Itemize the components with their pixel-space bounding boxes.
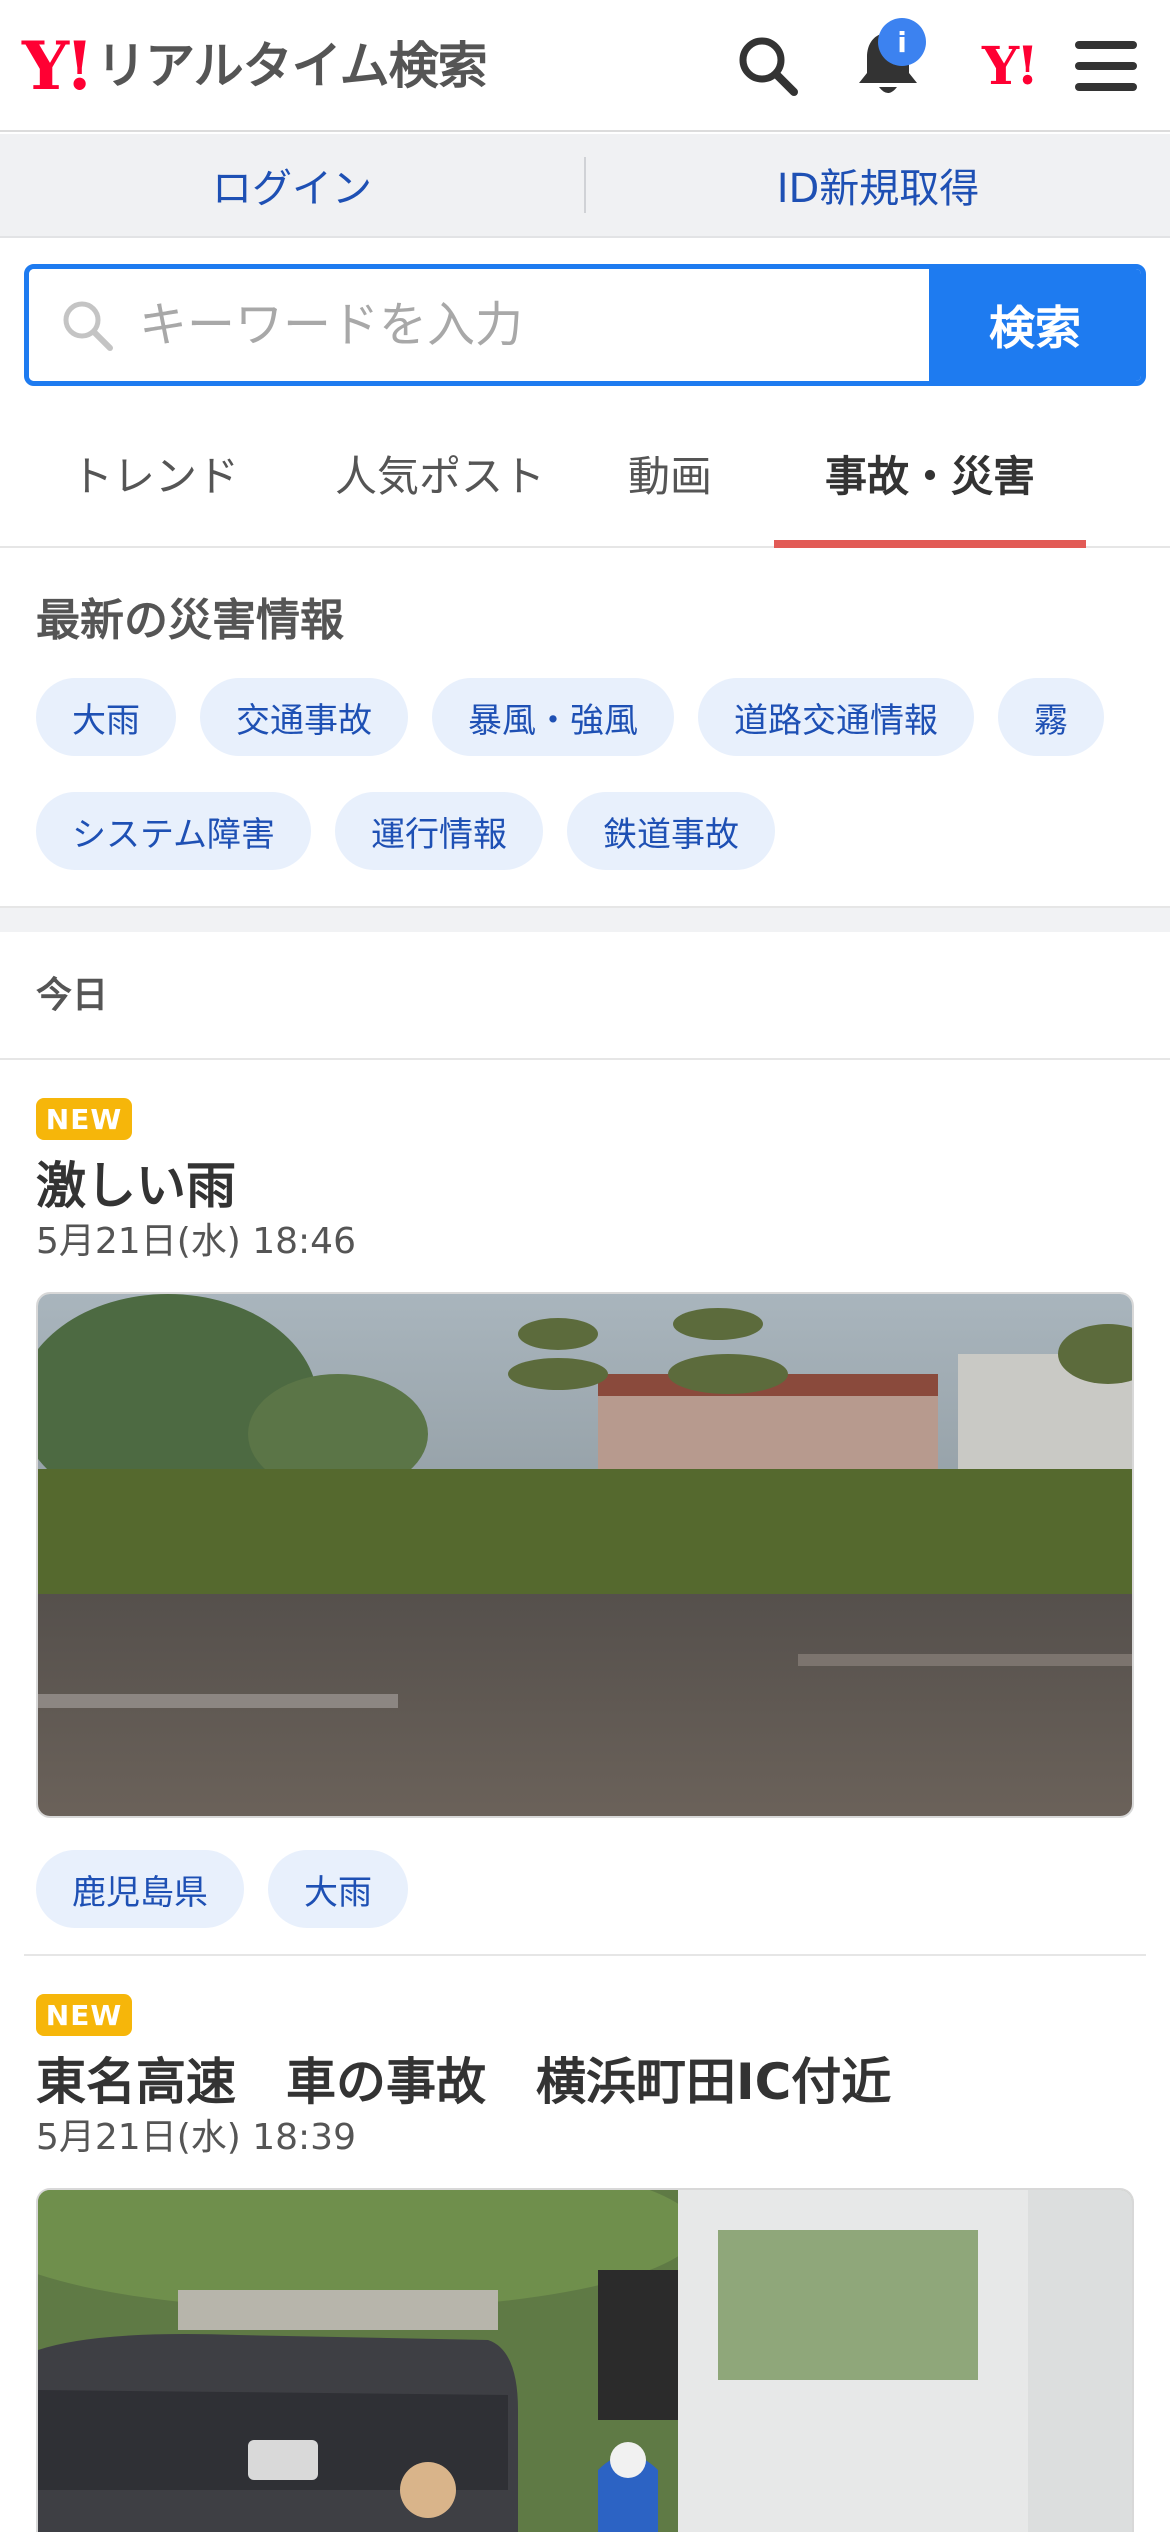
- tab-video[interactable]: 動画: [570, 400, 770, 546]
- tab-trend[interactable]: トレンド: [0, 400, 310, 546]
- tab-popular-posts[interactable]: 人気ポスト: [310, 400, 570, 546]
- app-header: Y! リアルタイム検索 i Y!: [0, 0, 1170, 132]
- tab-accident-disaster[interactable]: 事故・災害: [774, 400, 1086, 548]
- search-bar: 検索: [24, 264, 1146, 386]
- post-tag-list: 鹿児島県 大雨: [36, 1850, 408, 1928]
- yahoo-logo-mark: Y!: [22, 27, 94, 105]
- register-link[interactable]: ID新規取得: [586, 134, 1170, 236]
- post-item[interactable]: NEW 東名高速 車の事故 横浜町田IC付近 5月21日(水) 18:39: [0, 1960, 1170, 2532]
- section-divider: [0, 906, 1170, 932]
- yahoo-logo-icon[interactable]: Y!: [966, 26, 1052, 106]
- notification-button[interactable]: i: [848, 18, 928, 106]
- post-image[interactable]: [36, 1292, 1134, 1818]
- post-date: 5月21日(水) 18:39: [36, 2117, 356, 2158]
- login-bar: ログイン ID新規取得: [0, 134, 1170, 238]
- post-title[interactable]: 激しい雨: [36, 1146, 236, 1218]
- post-divider: [24, 1954, 1146, 1956]
- new-badge: NEW: [36, 1994, 132, 2036]
- search-field-icon: [55, 293, 119, 357]
- chip-service-info[interactable]: 運行情報: [334, 792, 543, 870]
- chip-fog[interactable]: 霧: [998, 678, 1104, 756]
- category-tabs: トレンド 人気ポスト 動画 事故・災害: [0, 400, 1170, 548]
- date-group-label: 今日: [36, 975, 109, 1016]
- tag-heavy-rain[interactable]: 大雨: [268, 1850, 408, 1928]
- section-title: 最新の災害情報: [36, 595, 344, 646]
- menu-icon[interactable]: [1066, 26, 1146, 106]
- yahoo-realtime-logo[interactable]: Y! リアルタイム検索: [22, 27, 488, 105]
- search-button[interactable]: 検索: [929, 269, 1141, 381]
- post-date: 5月21日(水) 18:46: [36, 1221, 356, 1262]
- search-field-wrapper: [29, 269, 929, 381]
- logo-title: リアルタイム検索: [96, 37, 487, 95]
- search-icon[interactable]: [728, 26, 808, 106]
- disaster-chip-list: 大雨 交通事故 暴風・強風 道路交通情報 霧 システム障害 運行情報 鉄道事故: [36, 678, 1146, 870]
- notification-badge: i: [878, 18, 926, 66]
- chip-road-traffic[interactable]: 道路交通情報: [698, 678, 974, 756]
- post-title[interactable]: 東名高速 車の事故 横浜町田IC付近: [36, 2042, 891, 2114]
- post-image[interactable]: [36, 2188, 1134, 2532]
- chip-railway-accident[interactable]: 鉄道事故: [566, 792, 775, 870]
- chip-storm[interactable]: 暴風・強風: [432, 678, 674, 756]
- new-badge: NEW: [36, 1098, 132, 1140]
- search-input[interactable]: [139, 297, 839, 353]
- date-group-header: 今日: [0, 932, 1170, 1060]
- chip-traffic-accident[interactable]: 交通事故: [200, 678, 408, 756]
- yahoo-small-logo: Y!: [982, 35, 1039, 97]
- disaster-info-section: 最新の災害情報 大雨 交通事故 暴風・強風 道路交通情報 霧 システム障害 運行…: [0, 550, 1170, 906]
- post-item[interactable]: NEW 激しい雨 5月21日(水) 18:46 鹿児島県 大雨: [0, 1060, 1170, 1960]
- login-link[interactable]: ログイン: [0, 134, 584, 236]
- chip-system-failure[interactable]: システム障害: [36, 792, 311, 870]
- tag-kagoshima[interactable]: 鹿児島県: [36, 1850, 244, 1928]
- chip-heavy-rain[interactable]: 大雨: [36, 678, 176, 756]
